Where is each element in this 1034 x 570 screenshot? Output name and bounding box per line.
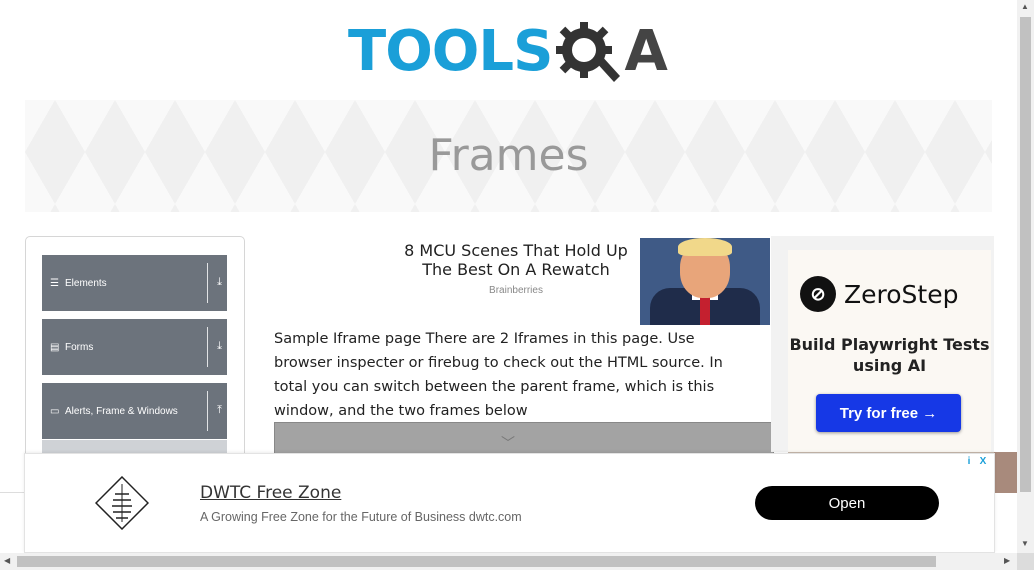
vertical-scrollbar[interactable]: ▲ ▼ xyxy=(1017,0,1034,570)
page-banner: Frames xyxy=(25,100,992,212)
side-ad[interactable]: ⊘ ZeroStep Build Playwright Tests using … xyxy=(771,236,994,452)
divider xyxy=(207,327,208,367)
dwtc-logo-icon xyxy=(95,476,149,530)
sidebar-group-forms[interactable]: ▤ Forms ⤓ xyxy=(42,319,227,375)
sidebar-group-label: Forms xyxy=(65,341,94,353)
ad-tagline: Build Playwright Tests using AI xyxy=(789,335,990,375)
zerostep-icon: ⊘ xyxy=(800,276,836,312)
hamburger-icon: ☰ xyxy=(50,277,59,289)
collapse-icon[interactable]: ⤒ xyxy=(217,404,222,417)
ad-edge xyxy=(994,452,1017,493)
scroll-left-icon[interactable]: ◀ xyxy=(4,556,10,565)
gear-q-icon xyxy=(556,22,621,82)
divider xyxy=(207,263,208,303)
sidebar-group-alerts-frame-windows[interactable]: ▭ Alerts, Frame & Windows ⤒ xyxy=(42,383,227,439)
site-logo[interactable]: TOOLS A xyxy=(348,14,668,90)
logo-text-a: A xyxy=(624,19,668,84)
horizontal-scrollbar[interactable]: ◀ ▶ xyxy=(0,553,1017,570)
scroll-right-icon[interactable]: ▶ xyxy=(1004,556,1010,565)
ad-choices[interactable]: i X xyxy=(962,454,990,468)
ad-image[interactable] xyxy=(640,238,770,325)
close-icon[interactable]: X xyxy=(976,454,990,468)
sidebar-group-label: Alerts, Frame & Windows xyxy=(65,405,178,417)
sidebar-group-elements[interactable]: ☰ Elements ⤓ xyxy=(42,255,227,311)
bottom-ad-banner[interactable]: DWTC Free Zone A Growing Free Zone for t… xyxy=(24,453,995,553)
scroll-down-icon[interactable]: ▼ xyxy=(1021,539,1029,548)
scroll-thumb[interactable] xyxy=(17,556,936,567)
window-icon: ▭ xyxy=(50,405,60,417)
frames-description: Sample Iframe page There are 2 Iframes i… xyxy=(274,331,723,419)
info-icon[interactable]: i xyxy=(962,454,976,468)
form-icon: ▤ xyxy=(50,341,60,353)
sponsored-ad[interactable]: 8 MCU Scenes That Hold Up The Best On A … xyxy=(398,236,770,326)
ad-subtitle: A Growing Free Zone for the Future of Bu… xyxy=(200,510,522,524)
ad-source: Brainberries xyxy=(489,285,543,296)
chevron-down-icon: ﹀ xyxy=(501,435,515,451)
ad-brand-logo: ⊘ ZeroStep xyxy=(800,276,958,312)
logo-text-tools: TOOLS xyxy=(348,19,553,84)
sidebar-group-label: Elements xyxy=(65,277,107,289)
ad-title[interactable]: 8 MCU Scenes That Hold Up The Best On A … xyxy=(398,241,634,279)
scroll-thumb[interactable] xyxy=(1020,17,1031,492)
ad-title[interactable]: DWTC Free Zone xyxy=(200,483,341,503)
scroll-up-icon[interactable]: ▲ xyxy=(1021,2,1029,11)
scrollbar-corner xyxy=(1017,553,1034,570)
expand-icon[interactable]: ⤓ xyxy=(217,276,222,289)
divider xyxy=(0,492,24,493)
expand-icon[interactable]: ⤓ xyxy=(217,340,222,353)
page-title: Frames xyxy=(428,130,589,181)
divider xyxy=(207,391,208,431)
ad-brand-name: ZeroStep xyxy=(844,279,959,309)
open-button[interactable]: Open xyxy=(755,486,939,520)
ad-card[interactable]: ⊘ ZeroStep Build Playwright Tests using … xyxy=(788,250,991,452)
try-for-free-button[interactable]: Try for free → xyxy=(816,394,961,432)
